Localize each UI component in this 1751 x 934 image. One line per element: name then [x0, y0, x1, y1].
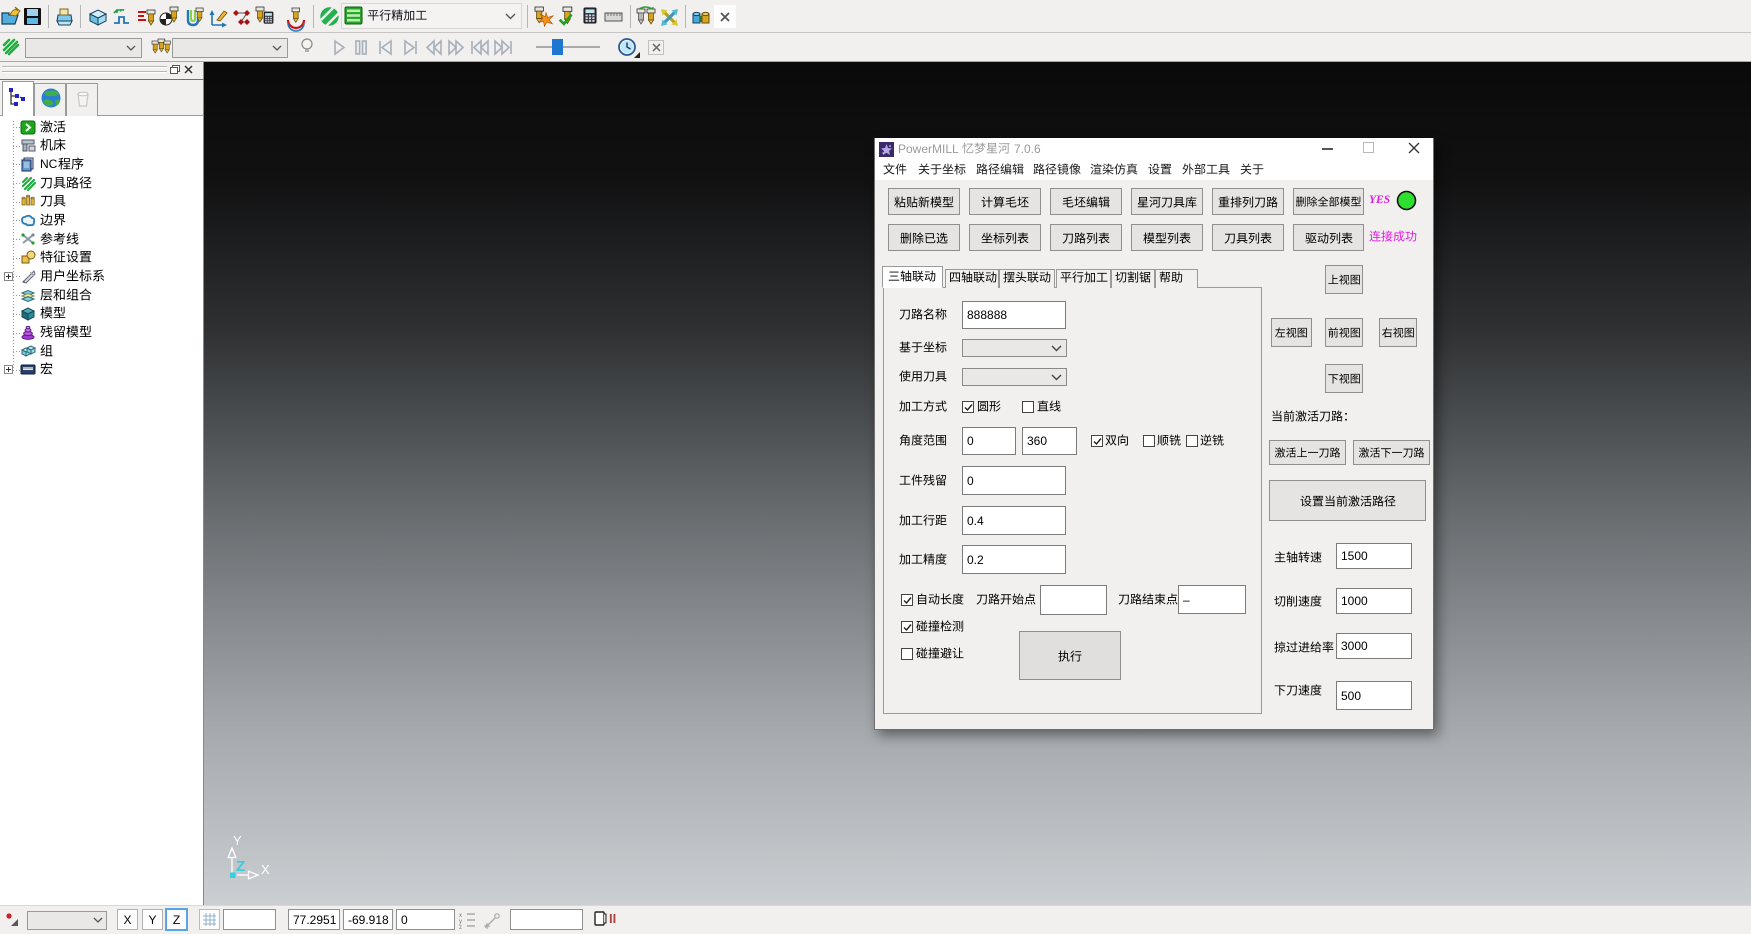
svg-text:z: z: [459, 925, 462, 931]
